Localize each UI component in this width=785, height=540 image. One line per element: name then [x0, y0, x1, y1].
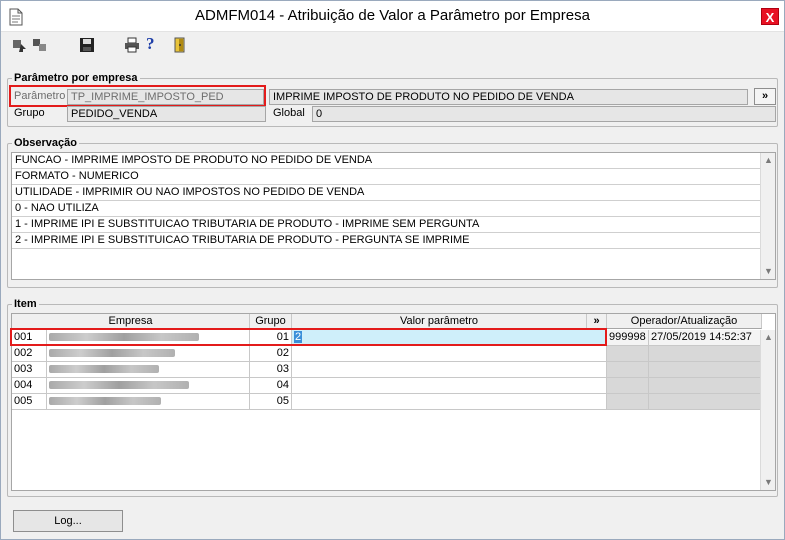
valor-cell[interactable] — [292, 378, 607, 394]
selected-row-highlight — [10, 328, 607, 346]
empresa-code-cell[interactable]: 005 — [12, 394, 47, 410]
window-title: ADMFM014 - Atribuição de Valor a Parâmet… — [195, 7, 590, 24]
grupo-cell[interactable]: 05 — [250, 394, 292, 410]
observacao-textbox[interactable]: FUNCAO - IMPRIME IMPOSTO DE PRODUTO NO P… — [11, 152, 776, 280]
grupo-cell[interactable]: 02 — [250, 346, 292, 362]
empresa-code-cell[interactable]: 004 — [12, 378, 47, 394]
item-legend: Item — [12, 298, 39, 310]
scroll-up-icon[interactable]: ▲ — [761, 330, 776, 345]
empresa-code-cell[interactable]: 002 — [12, 346, 47, 362]
operador-column-header[interactable]: Operador/Atualização — [607, 314, 762, 329]
next-record-icon[interactable] — [31, 36, 49, 54]
operador-cell[interactable] — [607, 394, 649, 410]
save-icon[interactable] — [78, 36, 96, 54]
empresa-code-cell[interactable]: 003 — [12, 362, 47, 378]
global-label: Global — [273, 107, 305, 119]
observacao-line: 1 - IMPRIME IPI E SUBSTITUICAO TRIBUTARI… — [12, 217, 762, 233]
parametro-empresa-legend: Parâmetro por empresa — [12, 72, 140, 84]
parametro-highlight — [9, 85, 266, 107]
grupo-label: Grupo — [14, 107, 45, 119]
valor-cell[interactable] — [292, 394, 607, 410]
parametro-more-button[interactable]: » — [754, 88, 776, 105]
print-icon[interactable] — [123, 36, 141, 54]
atualizacao-cell[interactable]: 27/05/2019 14:52:37 — [649, 330, 762, 346]
title-bar: ADMFM014 - Atribuição de Valor a Parâmet… — [1, 1, 784, 32]
operador-cell[interactable] — [607, 346, 649, 362]
operador-cell[interactable] — [607, 378, 649, 394]
redacted-name — [49, 365, 159, 374]
empresa-name-cell[interactable] — [47, 378, 250, 394]
valor-cell[interactable] — [292, 362, 607, 378]
log-button[interactable]: Log... — [13, 510, 123, 532]
atualizacao-cell[interactable] — [649, 394, 762, 410]
grupo-column-header[interactable]: Grupo — [250, 314, 292, 329]
grupo-field[interactable]: PEDIDO_VENDA — [67, 106, 266, 122]
scroll-down-icon[interactable]: ▼ — [761, 475, 776, 490]
operador-cell[interactable]: 999998 — [607, 330, 649, 346]
observacao-line: UTILIDADE - IMPRIMIR OU NAO IMPOSTOS NO … — [12, 185, 762, 201]
empresa-name-cell[interactable] — [47, 346, 250, 362]
scroll-up-icon[interactable]: ▲ — [761, 153, 776, 168]
exit-icon[interactable] — [171, 36, 189, 54]
global-field[interactable]: 0 — [312, 106, 776, 122]
operador-cell[interactable] — [607, 362, 649, 378]
first-record-icon[interactable] — [10, 36, 28, 54]
toolbar: ? — [1, 33, 784, 57]
atualizacao-cell[interactable] — [649, 378, 762, 394]
redacted-name — [49, 349, 175, 358]
observacao-legend: Observação — [12, 137, 79, 149]
observacao-line: 0 - NAO UTILIZA — [12, 201, 762, 217]
scroll-down-icon[interactable]: ▼ — [761, 264, 776, 279]
empresa-column-header[interactable]: Empresa — [12, 314, 250, 329]
atualizacao-cell[interactable] — [649, 346, 762, 362]
redacted-name — [49, 397, 161, 406]
valor-column-header[interactable]: Valor parâmetro — [292, 314, 587, 329]
observacao-line: 2 - IMPRIME IPI E SUBSTITUICAO TRIBUTARI… — [12, 233, 762, 249]
expand-column-button[interactable]: » — [587, 314, 607, 329]
atualizacao-cell[interactable] — [649, 362, 762, 378]
valor-cell[interactable] — [292, 346, 607, 362]
item-scrollbar[interactable]: ▲ ▼ — [760, 330, 775, 490]
grupo-cell[interactable]: 04 — [250, 378, 292, 394]
grupo-cell[interactable]: 03 — [250, 362, 292, 378]
help-icon[interactable]: ? — [146, 34, 164, 53]
empresa-name-cell[interactable] — [47, 362, 250, 378]
close-button[interactable]: X — [761, 8, 779, 25]
empresa-name-cell[interactable] — [47, 394, 250, 410]
main-window: ADMFM014 - Atribuição de Valor a Parâmet… — [0, 0, 785, 540]
observacao-line: FORMATO - NUMERICO — [12, 169, 762, 185]
parametro-descricao-field[interactable]: IMPRIME IMPOSTO DE PRODUTO NO PEDIDO DE … — [269, 89, 748, 105]
observacao-scrollbar[interactable]: ▲ ▼ — [760, 153, 775, 279]
observacao-line: FUNCAO - IMPRIME IMPOSTO DE PRODUTO NO P… — [12, 153, 762, 169]
redacted-name — [49, 381, 189, 390]
